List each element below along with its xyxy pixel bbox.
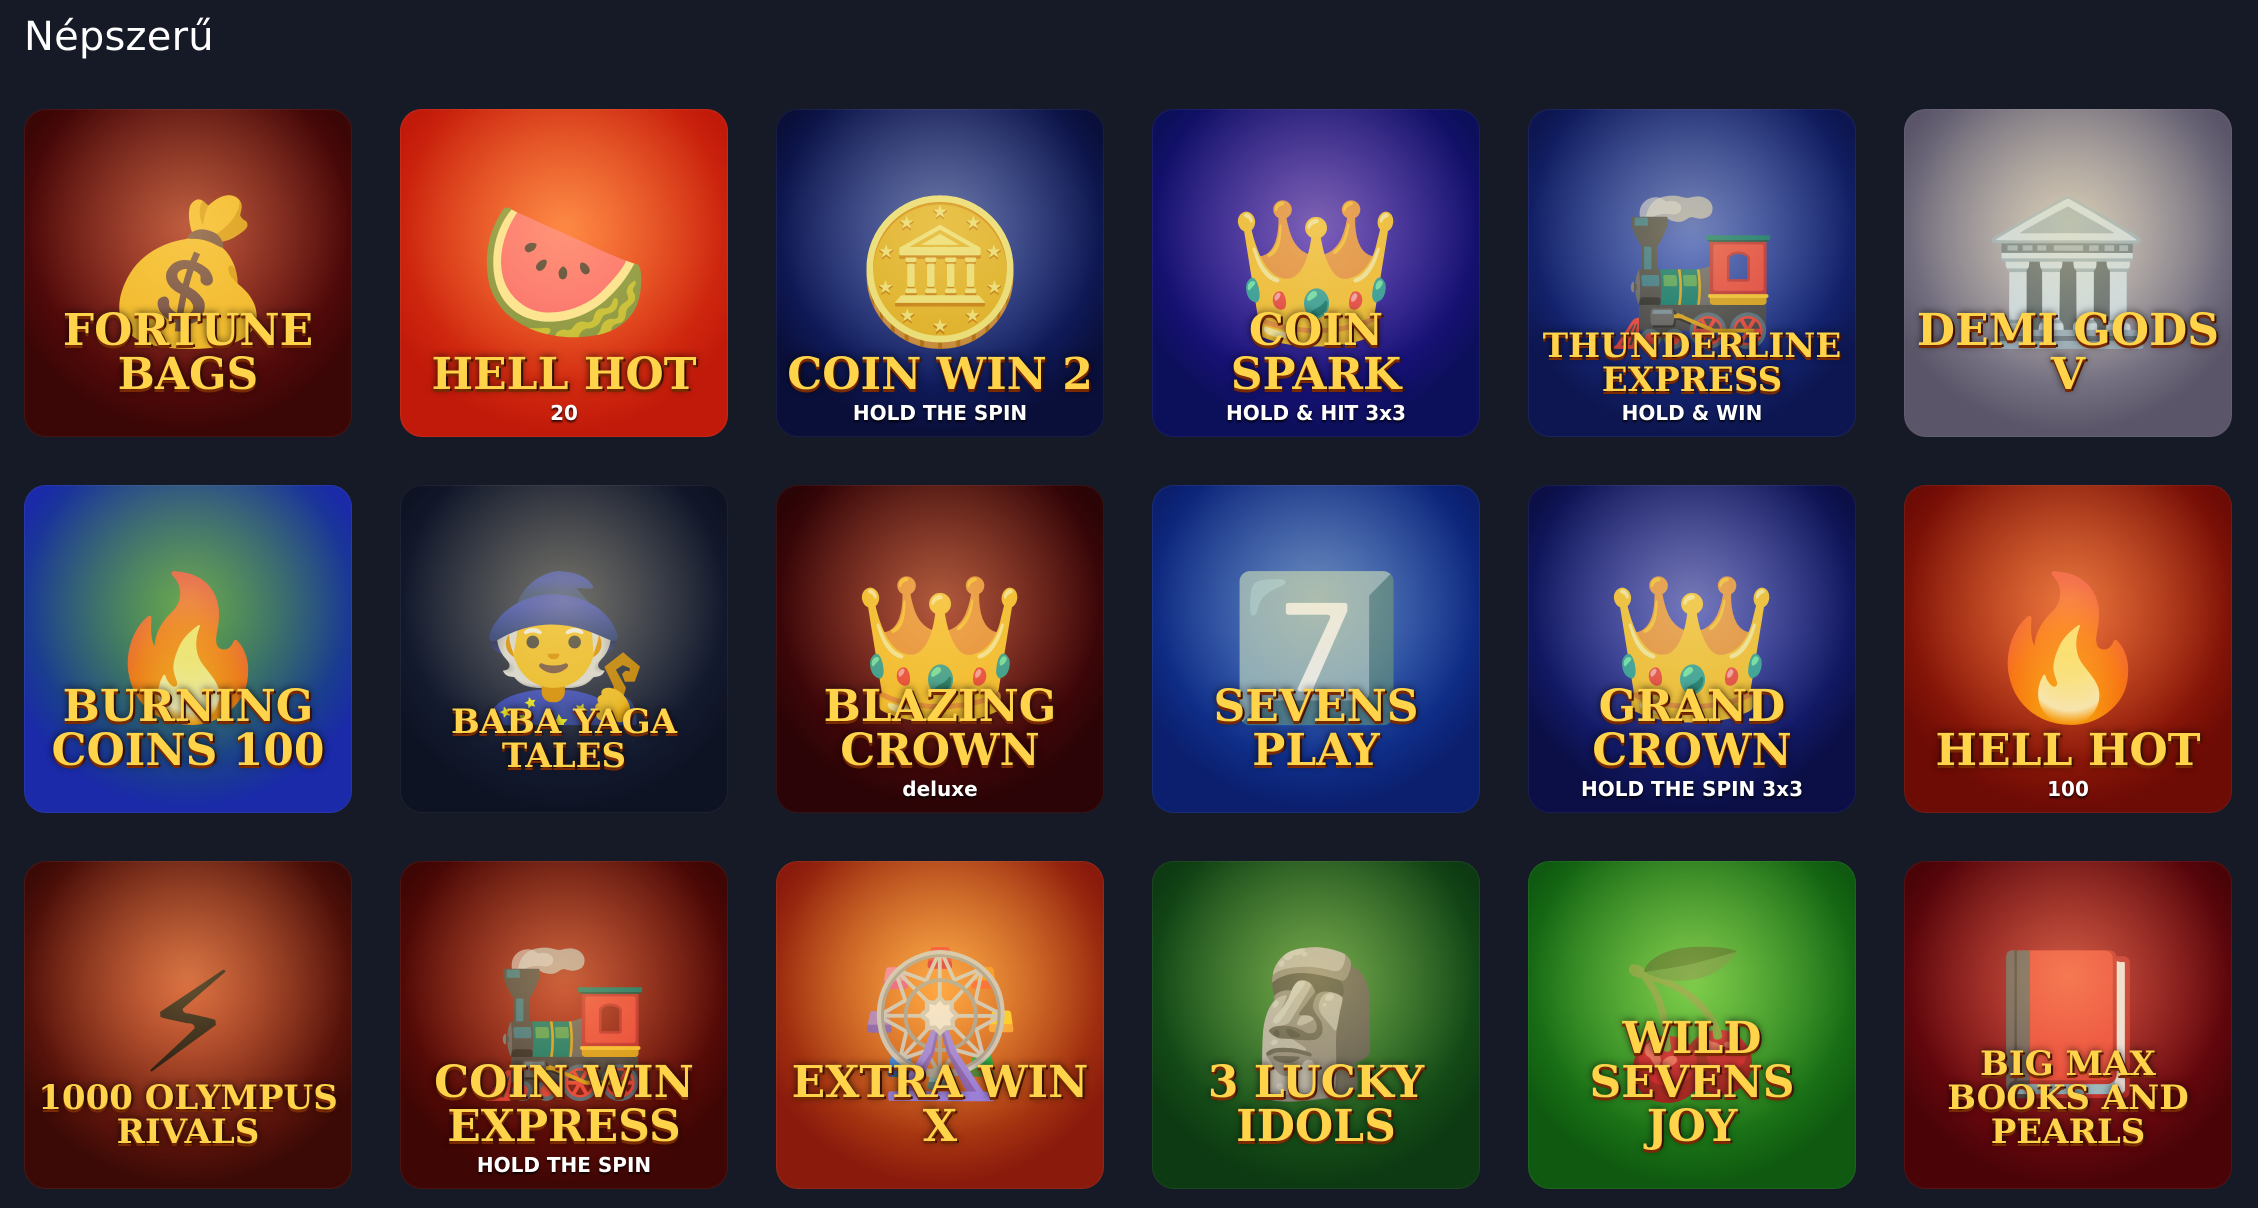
game-tile[interactable]: 👑BLAZING CROWNdeluxe bbox=[776, 485, 1104, 813]
game-tile[interactable]: 🏛️DEMI GODS V bbox=[1904, 109, 2232, 437]
game-subtitle: HOLD & HIT 3x3 bbox=[1226, 401, 1406, 425]
game-tile[interactable]: 🎡EXTRA WIN X bbox=[776, 861, 1104, 1189]
game-title: HELL HOT bbox=[431, 349, 697, 400]
game-tile[interactable]: 🔥BURNING COINS 100 bbox=[24, 485, 352, 813]
game-title: BLAZING CROWN bbox=[823, 681, 1057, 776]
game-title: 3 LUCKY IDOLS bbox=[1207, 1057, 1425, 1152]
game-tile[interactable]: 🍉HELL HOT20 bbox=[400, 109, 728, 437]
game-subtitle: HOLD & WIN bbox=[1621, 401, 1763, 425]
section-title: Népszerű bbox=[24, 14, 214, 60]
game-grid: 💰FORTUNE BAGS 🍉HELL HOT20 🪙COIN WIN 2HOL… bbox=[24, 109, 2232, 1189]
game-tile[interactable]: 7️⃣SEVENS PLAY bbox=[1152, 485, 1480, 813]
game-title: HELL HOT bbox=[1935, 725, 2201, 776]
game-title: SEVENS PLAY bbox=[1213, 681, 1419, 776]
game-title: BABA YAGA TALES bbox=[451, 702, 677, 776]
game-tile[interactable]: 🚂THUNDERLINE EXPRESSHOLD & WIN bbox=[1528, 109, 1856, 437]
game-title: COIN WIN 2 bbox=[787, 349, 1093, 400]
game-tile[interactable]: 🔥HELL HOT100 bbox=[1904, 485, 2232, 813]
game-tile[interactable]: 🚂COIN WIN EXPRESSHOLD THE SPIN bbox=[400, 861, 728, 1189]
game-subtitle: 20 bbox=[550, 401, 578, 425]
game-tile[interactable]: 📕BIG MAX BOOKS AND PEARLS bbox=[1904, 861, 2232, 1189]
game-subtitle: 100 bbox=[2047, 777, 2089, 801]
game-tile[interactable]: 💰FORTUNE BAGS bbox=[24, 109, 352, 437]
game-title: DEMI GODS V bbox=[1916, 305, 2220, 400]
game-title: THUNDERLINE EXPRESS bbox=[1542, 326, 1842, 400]
game-tile[interactable]: 🪙COIN WIN 2HOLD THE SPIN bbox=[776, 109, 1104, 437]
game-title: EXTRA WIN X bbox=[791, 1057, 1089, 1152]
game-tile[interactable]: ⚡1000 OLYMPUS RIVALS bbox=[24, 861, 352, 1189]
game-title: COIN WIN EXPRESS bbox=[434, 1057, 694, 1152]
game-title: FORTUNE BAGS bbox=[62, 305, 314, 400]
game-subtitle: deluxe bbox=[902, 777, 978, 801]
game-tile[interactable]: 👑GRAND CROWNHOLD THE SPIN 3x3 bbox=[1528, 485, 1856, 813]
game-subtitle: HOLD THE SPIN bbox=[476, 1153, 652, 1177]
game-tile[interactable]: 👑COIN SPARKHOLD & HIT 3x3 bbox=[1152, 109, 1480, 437]
game-tile[interactable]: 🧙BABA YAGA TALES bbox=[400, 485, 728, 813]
game-tile[interactable]: 🗿3 LUCKY IDOLS bbox=[1152, 861, 1480, 1189]
game-subtitle: HOLD THE SPIN 3x3 bbox=[1581, 777, 1803, 801]
game-tile[interactable]: 🍒WILD SEVENS JOY bbox=[1528, 861, 1856, 1189]
game-title: BURNING COINS 100 bbox=[51, 681, 325, 776]
game-title: GRAND CROWN bbox=[1592, 681, 1792, 776]
game-title: BIG MAX BOOKS AND PEARLS bbox=[1947, 1044, 2189, 1152]
game-title: WILD SEVENS JOY bbox=[1589, 1013, 1795, 1152]
game-title: 1000 OLYMPUS RIVALS bbox=[38, 1078, 338, 1152]
game-title: COIN SPARK bbox=[1230, 305, 1402, 400]
game-subtitle: HOLD THE SPIN bbox=[852, 401, 1028, 425]
